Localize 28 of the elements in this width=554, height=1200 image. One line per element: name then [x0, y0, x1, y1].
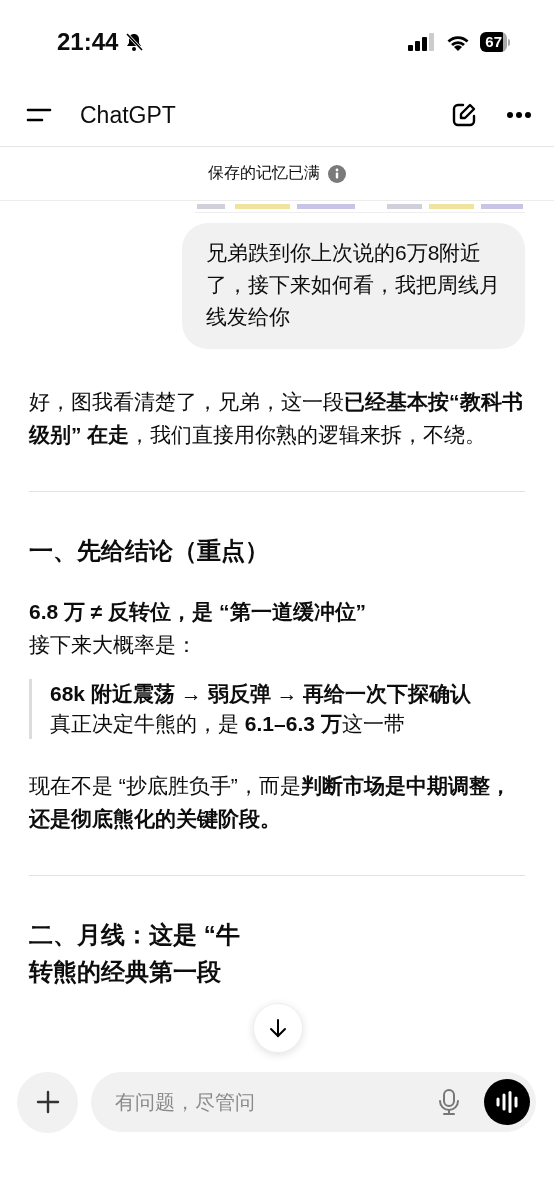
signal-icon [408, 33, 437, 51]
reply-paragraph: 接下来大概率是： [29, 632, 198, 658]
plus-icon [35, 1090, 60, 1114]
wifi-icon [446, 33, 471, 51]
microphone-button[interactable] [438, 1088, 460, 1116]
menu-button[interactable] [26, 107, 52, 123]
new-chat-button[interactable] [450, 101, 478, 129]
voice-mode-button[interactable] [484, 1079, 530, 1125]
reply-paragraph: 好，图我看清楚了，兄弟，这一段已经基本按“教科书级别” 在走，我们直接用你熟的逻辑来拆，不绕。 [29, 389, 524, 448]
waveform-icon [495, 1091, 519, 1113]
message-field[interactable]: 有问题，尽管问 [91, 1072, 536, 1132]
quote-line: 68k 附近震荡 → 弱反弹 → 再给一次下探确认 [50, 681, 473, 707]
memory-full-notice: 保存的记忆已满 [208, 163, 320, 183]
message-input[interactable]: 有问题，尽管问 [113, 1089, 430, 1115]
bell-slash-icon [124, 32, 145, 52]
info-icon[interactable] [328, 164, 346, 183]
more-button[interactable] [506, 111, 532, 119]
quote-line: 真正决定牛熊的，是 6.1–6.3 万这一带 [50, 711, 406, 737]
section-heading: 二、月线：这是 “牛转熊的经典第一段 [29, 920, 241, 987]
section-heading: 一、先给结论（重点） [29, 536, 270, 566]
scroll-down-button[interactable] [253, 1003, 303, 1053]
arrow-down-icon [267, 1017, 289, 1039]
battery-icon: 67 [480, 32, 510, 52]
status-time: 21:44 [57, 28, 119, 56]
app-title: ChatGPT [80, 101, 177, 129]
user-message: 兄弟跌到你上次说的6万8附近了，接下来如何看，我把周线月线发给你 [182, 223, 525, 349]
reply-paragraph: 现在不是 “抄底胜负手”，而是判断市场是中期调整，还是彻底熊化的关键阶段。 [29, 773, 512, 832]
reply-paragraph: 6.8 万 ≠ 反转位，是 “第一道缓冲位” [29, 599, 368, 625]
